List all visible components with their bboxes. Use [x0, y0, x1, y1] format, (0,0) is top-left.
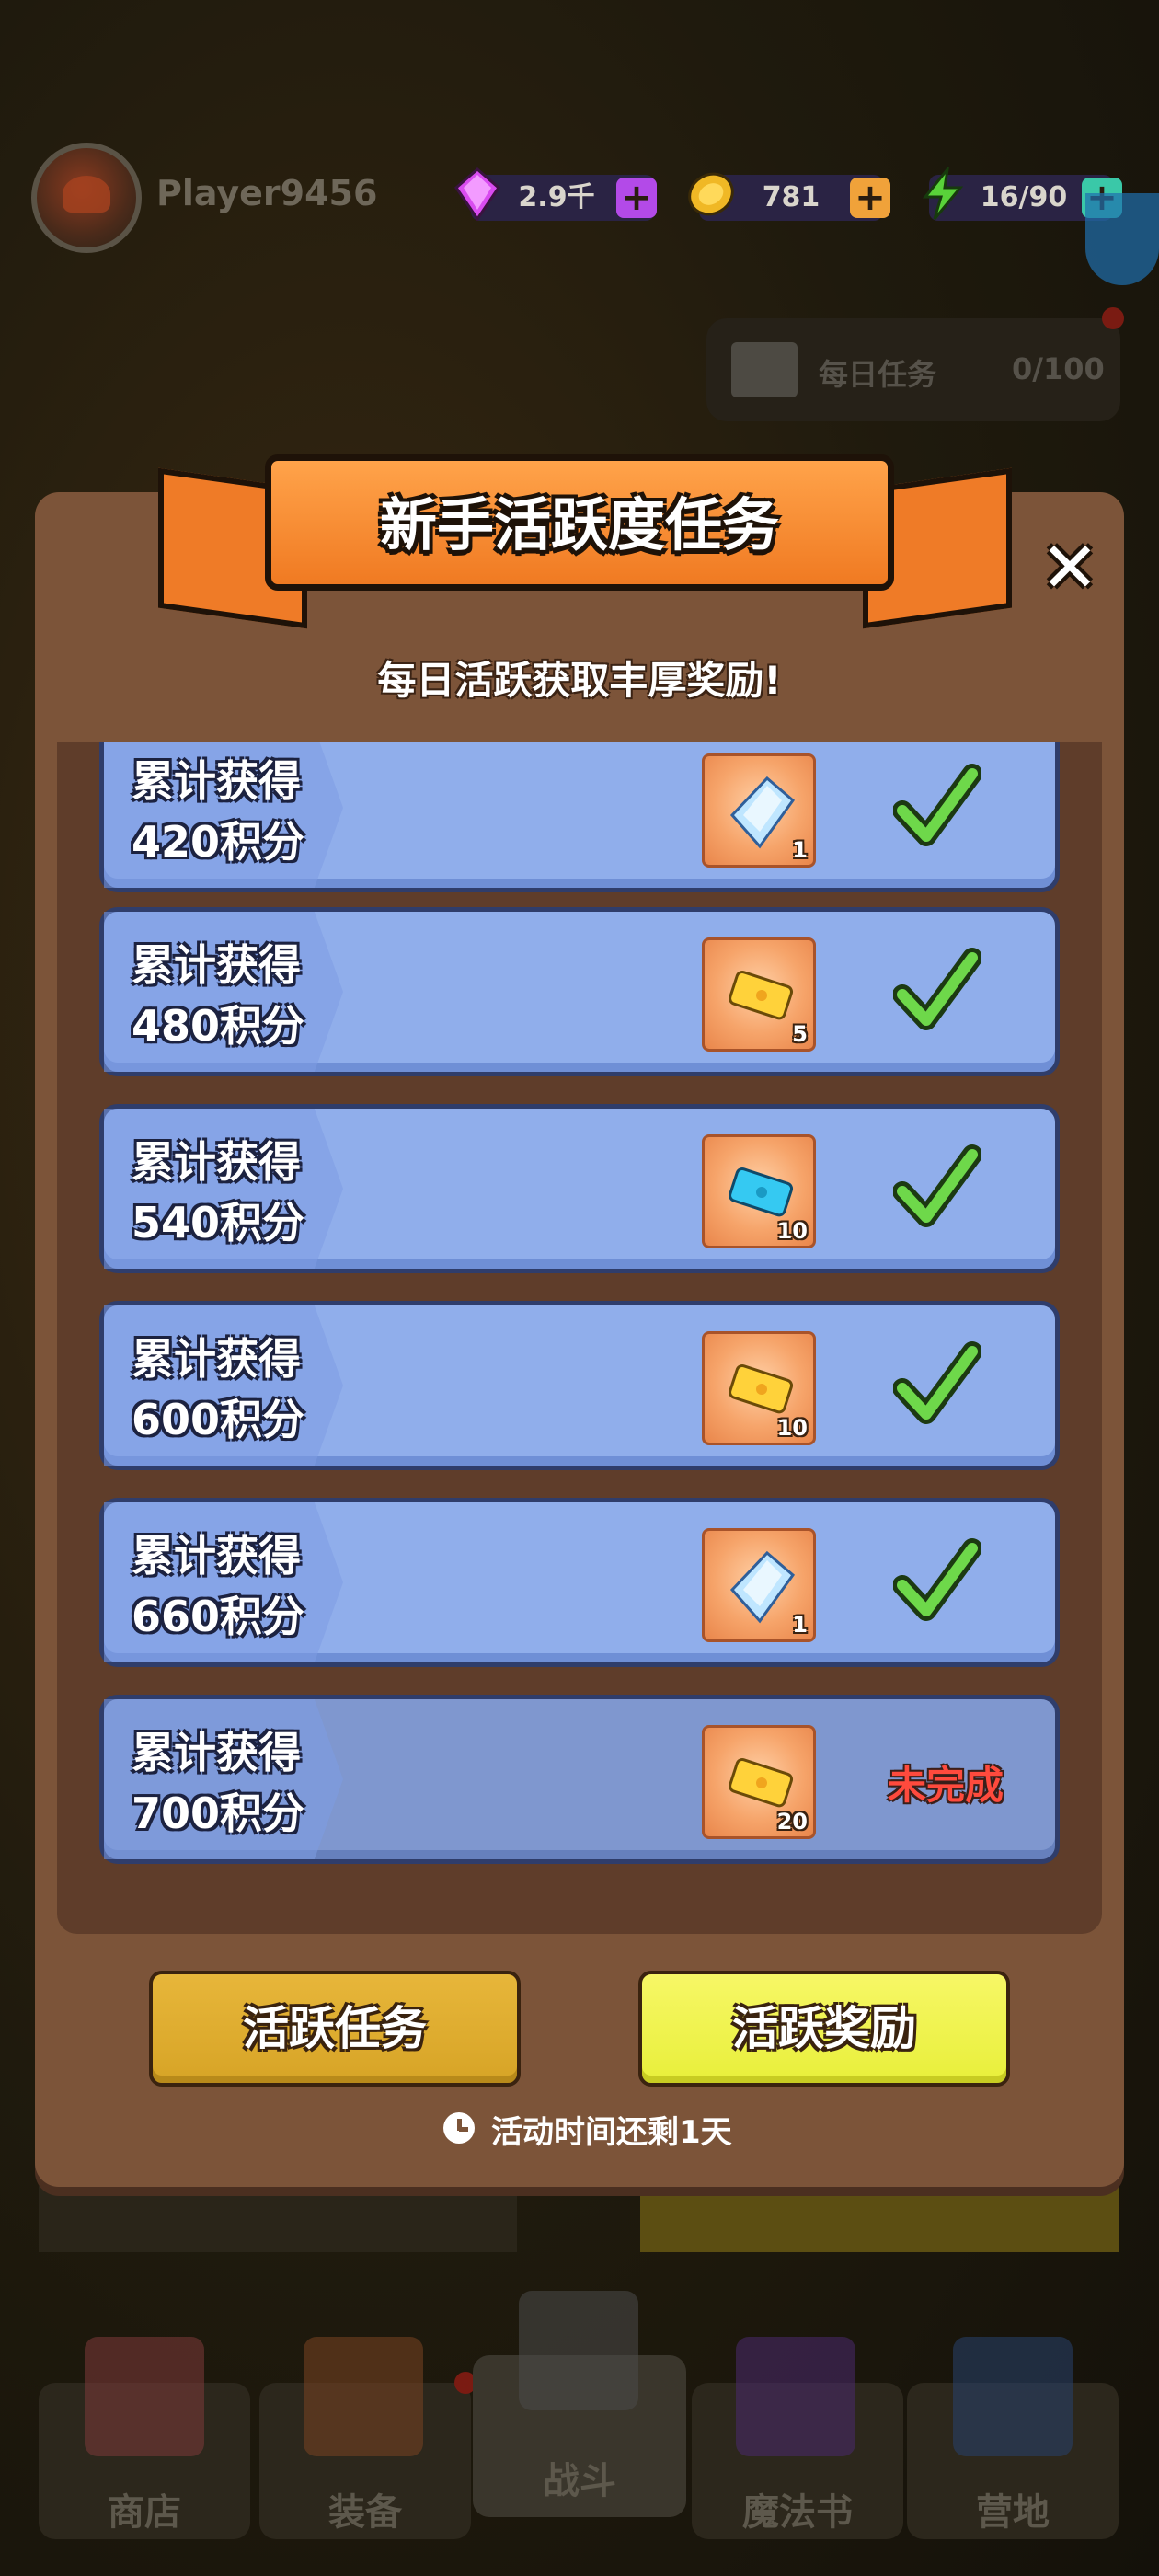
checkmark-icon [893, 1341, 981, 1424]
checkmark-icon [893, 1538, 981, 1621]
daily-task-progress: 0/100 [1012, 351, 1105, 386]
close-button[interactable]: ✕ [1038, 533, 1102, 603]
player-name: Player9456 [156, 173, 378, 213]
reward-row: 累计获得 420积分 1 [99, 742, 1060, 892]
reward-item[interactable]: 10 [702, 1331, 816, 1445]
row-points: 700积分 [132, 1788, 305, 1838]
row-label: 累计获得 [132, 1728, 301, 1777]
reward-row: 累计获得 540积分 10 [99, 1104, 1060, 1273]
crystal-icon [729, 776, 796, 849]
reward-item[interactable]: 20 [702, 1725, 816, 1839]
reward-row: 累计获得 700积分 20 未完成 [99, 1695, 1060, 1864]
checkmark-icon [893, 948, 981, 1030]
background-panel [39, 2186, 517, 2252]
reward-count: 5 [792, 1021, 808, 1047]
reward-row: 累计获得 660积分 1 [99, 1498, 1060, 1667]
avatar[interactable] [31, 143, 142, 253]
spellbook-icon [736, 2337, 855, 2456]
row-label: 累计获得 [132, 1137, 301, 1187]
notification-dot [1102, 307, 1124, 329]
reward-list[interactable]: 累计获得 420积分 1 累计获得 480积分 5 累计获得 540积分 10 … [57, 742, 1102, 1934]
clock-icon [443, 2112, 475, 2144]
reward-count: 10 [776, 1218, 808, 1244]
background-panel [640, 2186, 1119, 2252]
checkmark-icon [893, 764, 981, 846]
checkmark-icon [893, 1144, 981, 1227]
reward-count: 20 [776, 1809, 808, 1834]
row-label: 累计获得 [132, 1531, 301, 1581]
gems-value: 2.9千 [518, 181, 595, 213]
row-label: 累计获得 [132, 940, 301, 990]
gem-icon [454, 167, 500, 221]
gold-ticket-icon [729, 971, 794, 1020]
shop-icon [85, 2337, 204, 2456]
add-coins-button[interactable]: + [850, 178, 890, 218]
crystal-icon [729, 1550, 796, 1624]
battle-icon [519, 2291, 638, 2410]
row-points: 660积分 [132, 1592, 305, 1641]
location-pin-icon [1085, 193, 1159, 285]
coin-icon [688, 172, 734, 216]
nav-spellbook-label: 魔法书 [742, 2491, 853, 2534]
row-points: 480积分 [132, 1001, 305, 1051]
reward-count: 1 [792, 837, 808, 863]
modal-title: 新手活跃度任务 [379, 491, 779, 558]
coins-value: 781 [762, 181, 820, 213]
add-gems-button[interactable]: + [616, 178, 657, 218]
event-timer: 活动时间还剩1天 [491, 2114, 732, 2151]
newspaper-icon [731, 342, 798, 397]
energy-icon [922, 167, 964, 220]
row-label: 累计获得 [132, 756, 301, 806]
row-points: 540积分 [132, 1198, 305, 1248]
incomplete-status: 未完成 [887, 1763, 1004, 1808]
energy-value: 16/90 [980, 181, 1068, 213]
nav-shop-label: 商店 [108, 2491, 181, 2534]
equipment-icon [304, 2337, 423, 2456]
nav-equipment-label: 装备 [328, 2491, 402, 2534]
reward-count: 10 [776, 1415, 808, 1441]
activity-rewards-button[interactable]: 活跃奖励 [638, 1971, 1010, 2087]
row-label: 累计获得 [132, 1334, 301, 1384]
daily-task-label: 每日任务 [819, 357, 937, 392]
activity-tasks-button[interactable]: 活跃任务 [149, 1971, 521, 2087]
reward-count: 1 [792, 1612, 808, 1638]
nav-battle-label: 战斗 [543, 2460, 616, 2502]
reward-item[interactable]: 1 [702, 753, 816, 868]
modal-subtitle: 每日活跃获取丰厚奖励! [377, 658, 782, 703]
nav-camp-label: 营地 [976, 2491, 1050, 2534]
row-points: 420积分 [132, 817, 305, 867]
reward-row: 累计获得 480积分 5 [99, 907, 1060, 1076]
reward-row: 累计获得 600积分 10 [99, 1301, 1060, 1470]
reward-item[interactable]: 5 [702, 937, 816, 1052]
camp-icon [953, 2337, 1073, 2456]
reward-item[interactable]: 10 [702, 1134, 816, 1248]
reward-item[interactable]: 1 [702, 1528, 816, 1642]
row-points: 600积分 [132, 1395, 305, 1444]
